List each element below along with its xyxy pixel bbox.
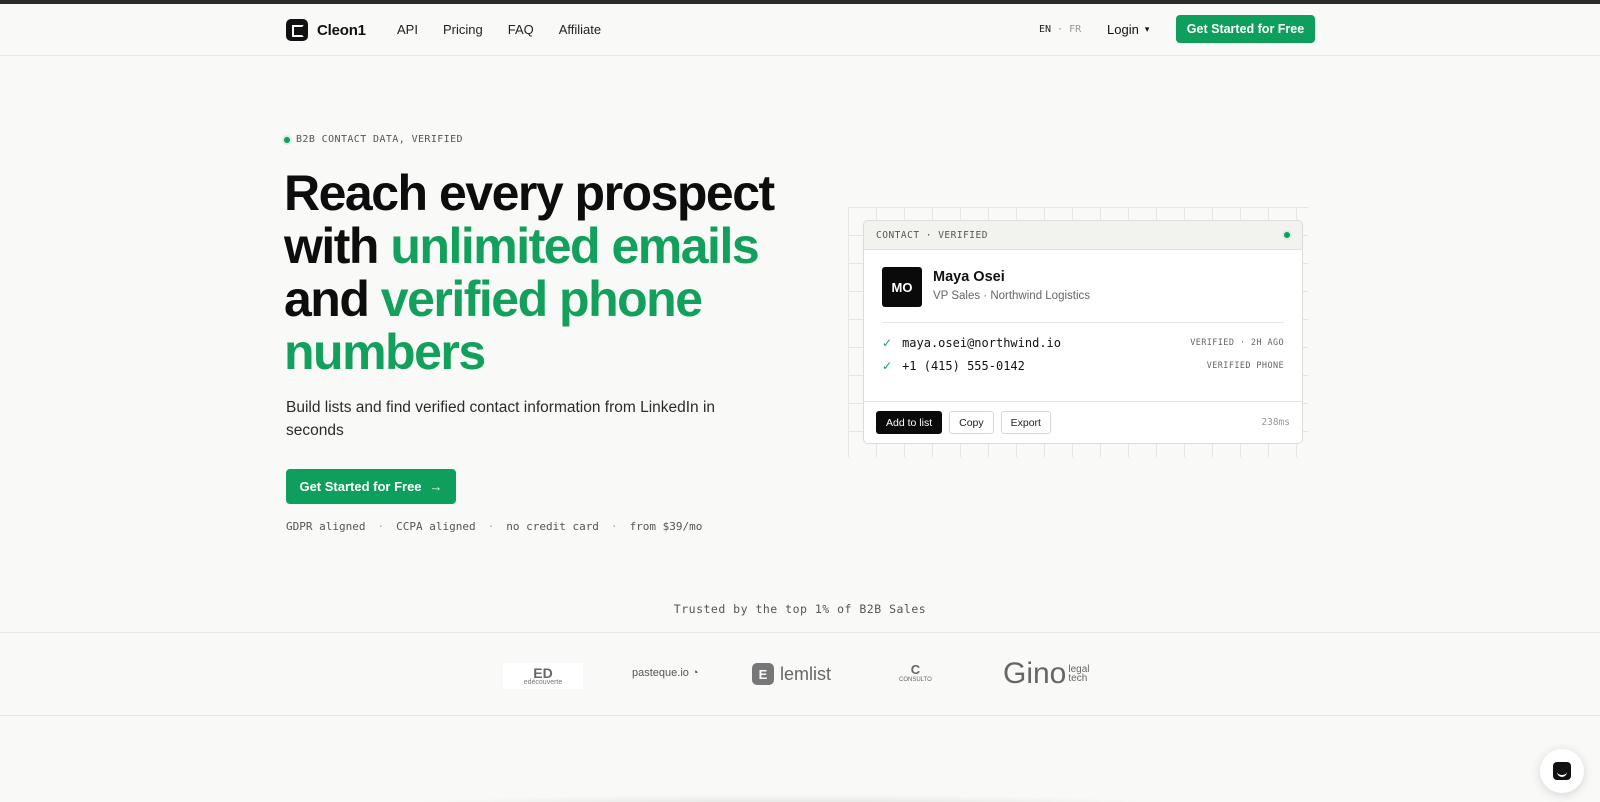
- nav-link-affiliate[interactable]: Affiliate: [559, 22, 601, 37]
- watermelon-icon: ◔: [691, 667, 699, 679]
- brand-name: Cleon1: [317, 21, 366, 39]
- arrow-right-icon: →: [429, 479, 443, 494]
- nav-links: API Pricing FAQ Affiliate: [397, 22, 601, 37]
- eyebrow-text: B2B CONTACT DATA, VERIFIED: [296, 134, 463, 145]
- badge-ccpa: CCPA aligned: [396, 520, 476, 533]
- contact-email[interactable]: maya.osei@northwind.io: [902, 336, 1061, 350]
- next-section-shadow: [380, 794, 1200, 802]
- phone-row: ✓ +1 (415) 555-0142 VERIFIED PHONE: [882, 359, 1284, 373]
- email-row: ✓ maya.osei@northwind.io VERIFIED · 2H A…: [882, 336, 1284, 350]
- badge-no-credit-card: no credit card: [506, 520, 599, 533]
- add-to-list-button[interactable]: Add to list: [876, 411, 943, 434]
- edecouverte-mark: ED: [533, 664, 553, 681]
- contact-phone[interactable]: +1 (415) 555-0142: [902, 359, 1025, 373]
- badge-separator: ·: [487, 520, 495, 533]
- consulto-mark: C: [910, 662, 921, 677]
- nav-link-api[interactable]: API: [397, 22, 418, 37]
- hero-get-started-button[interactable]: Get Started for Free →: [286, 469, 456, 504]
- badge-price: from $39/mo: [629, 520, 703, 533]
- logo-pasteque: pasteque.io ◔: [632, 667, 699, 679]
- chat-icon: [1553, 762, 1571, 780]
- card-divider: [882, 322, 1284, 323]
- badge-separator: ·: [377, 520, 385, 533]
- gino-small-2: tech: [1068, 673, 1088, 684]
- card-actions: Add to list Copy Export 238ms: [864, 401, 1302, 443]
- trusted-title: Trusted by the top 1% of B2B Sales: [673, 602, 927, 616]
- gino-text: Gino: [1003, 657, 1067, 690]
- nav-link-faq[interactable]: FAQ: [508, 22, 534, 37]
- lang-separator: ·: [1057, 24, 1064, 35]
- hero-subtitle: Build lists and find verified contact in…: [286, 399, 716, 439]
- pasteque-text: pasteque.io: [632, 667, 689, 679]
- verified-dot-icon: [1284, 232, 1290, 238]
- email-status: VERIFIED · 2H AGO: [1190, 338, 1284, 348]
- copy-button[interactable]: Copy: [949, 411, 994, 434]
- logo-gino-legal-tech: Gino legal tech: [1003, 657, 1090, 691]
- login-dropdown[interactable]: Login ▾: [1107, 22, 1149, 37]
- compliance-badges: GDPR aligned · CCPA aligned · no credit …: [286, 520, 702, 533]
- logo-edecouverte: ED edécouverte: [503, 663, 583, 689]
- check-icon: ✓: [882, 359, 893, 373]
- brand-logo[interactable]: Cleon1: [286, 19, 366, 41]
- logo-lemlist: E lemlist: [752, 663, 831, 685]
- top-navbar: Cleon1 API Pricing FAQ Affiliate EN · FR…: [0, 4, 1600, 56]
- language-switcher: EN · FR: [1039, 24, 1081, 35]
- edecouverte-text: edécouverte: [523, 678, 563, 686]
- contact-name: Maya Osei: [933, 269, 1005, 285]
- status-dot-icon: [284, 136, 290, 143]
- hero-cta-label: Get Started for Free: [299, 479, 422, 494]
- badge-separator: ·: [610, 520, 618, 533]
- check-icon: ✓: [882, 336, 893, 350]
- hero-headline: Reach every prospect with unlimited emai…: [284, 167, 804, 379]
- headline-highlight-1: unlimited emails: [390, 218, 759, 274]
- chevron-down-icon: ▾: [1144, 24, 1150, 34]
- lemlist-icon: E: [752, 663, 774, 685]
- chat-launcher-button[interactable]: [1540, 749, 1584, 793]
- contact-role: VP Sales · Northwind Logistics: [933, 290, 1091, 302]
- card-header-label: CONTACT · VERIFIED: [876, 229, 988, 241]
- latency-readout: 238ms: [1261, 417, 1290, 428]
- hero-eyebrow: B2B CONTACT DATA, VERIFIED: [284, 134, 463, 145]
- headline-part-2: and: [284, 271, 381, 327]
- export-button[interactable]: Export: [1000, 411, 1051, 434]
- login-label: Login: [1107, 22, 1139, 37]
- consulto-text: CONSULTO: [899, 677, 932, 683]
- customer-logos: ED edécouverte pasteque.io ◔ E lemlist C…: [0, 632, 1600, 716]
- nav-get-started-button[interactable]: Get Started for Free: [1176, 15, 1315, 43]
- logo-consulto: C CONSULTO: [899, 662, 932, 684]
- phone-status: VERIFIED PHONE: [1206, 361, 1284, 371]
- lemlist-text: lemlist: [780, 663, 832, 684]
- contact-card: CONTACT · VERIFIED MO Maya Osei VP Sales…: [863, 220, 1303, 444]
- card-header: CONTACT · VERIFIED: [864, 221, 1302, 250]
- badge-gdpr: GDPR aligned: [286, 520, 366, 533]
- contact-person: MO Maya Osei VP Sales · Northwind Logist…: [882, 267, 1090, 307]
- avatar: MO: [882, 267, 922, 307]
- lang-fr[interactable]: FR: [1069, 24, 1081, 35]
- brand-logo-icon: [286, 19, 308, 41]
- nav-link-pricing[interactable]: Pricing: [443, 22, 483, 37]
- lang-en[interactable]: EN: [1039, 24, 1051, 35]
